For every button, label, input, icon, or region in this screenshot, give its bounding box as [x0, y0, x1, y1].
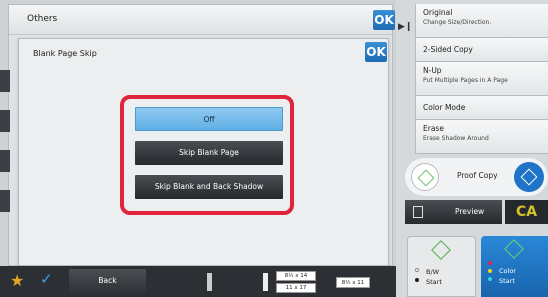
option-off-button[interactable]: Off [135, 107, 283, 131]
menu-item-label: Original [423, 8, 453, 17]
side-tab[interactable] [0, 70, 10, 92]
menu-item-color-mode[interactable]: Color Mode [415, 96, 548, 120]
dialog-title: Blank Page Skip [33, 49, 97, 58]
option-skip-blank-and-back-shadow-button[interactable]: Skip Blank and Back Shadow [135, 175, 283, 199]
side-tab[interactable] [0, 110, 10, 132]
others-header: Others OK [9, 5, 395, 35]
blank-page-skip-dialog: Blank Page Skip OK Off Skip Blank Page S… [18, 38, 389, 266]
color-dot-yellow [488, 269, 492, 273]
menu-item-label: Erase [423, 124, 444, 133]
dialog-ok-button[interactable]: OK [365, 42, 387, 62]
back-button[interactable]: Back [69, 269, 146, 293]
paper-size-2: 11 x 17 [276, 283, 316, 293]
menu-item-label: 2-Sided Copy [423, 45, 473, 54]
proof-copy-label: Proof Copy [457, 171, 498, 180]
color-dot-magenta [488, 261, 492, 265]
menu-item-label: N-Up [423, 66, 442, 75]
copy-screen: Others OK Blank Page Skip OK Off Skip Bl… [0, 0, 548, 297]
start-icon [504, 239, 524, 259]
tray-indicator [207, 273, 212, 291]
menu-item-sub: Put Multiple Pages in A Page [423, 77, 508, 84]
menu-item-sub: Erase Shadow Around [423, 135, 489, 142]
tray-indicator [263, 273, 268, 291]
mode-dot [415, 268, 419, 272]
start-label: Start [499, 277, 515, 285]
bw-start-label: B/W Start [426, 267, 442, 287]
menu-item-original[interactable]: Original Change Size/Direction. [415, 4, 548, 38]
expand-arrow-icon[interactable]: ▶❙ [398, 22, 412, 32]
menu-item-sub: Change Size/Direction. [423, 19, 492, 26]
proof-copy-start-icon[interactable] [411, 163, 439, 191]
star-icon[interactable]: ★ [10, 271, 24, 290]
color-label: Color [499, 267, 516, 275]
others-title: Others [27, 14, 58, 24]
preview-button[interactable]: Preview [405, 200, 502, 224]
options-highlight: Off Skip Blank Page Skip Blank and Back … [120, 95, 294, 215]
side-tab[interactable] [0, 190, 10, 212]
start-icon [431, 240, 451, 260]
others-ok-button[interactable]: OK [373, 10, 395, 30]
start-label: Start [426, 278, 442, 286]
color-start-button[interactable]: Color Start [481, 236, 548, 297]
menu-item-erase[interactable]: Erase Erase Shadow Around [415, 120, 548, 154]
checkmark-icon[interactable]: ✓ [40, 270, 53, 288]
menu-item-2-sided-copy[interactable]: 2-Sided Copy [415, 38, 548, 62]
bw-start-button[interactable]: B/W Start [407, 236, 476, 297]
side-tab[interactable] [0, 150, 10, 172]
color-dot-cyan [488, 277, 492, 281]
menu-item-label: Color Mode [423, 103, 466, 112]
preview-icon [413, 206, 423, 218]
mode-dot [415, 278, 419, 282]
preview-label: Preview [455, 207, 485, 216]
paper-size-1: 8½ x 14 [276, 271, 316, 281]
clear-all-button[interactable]: CA [505, 200, 548, 224]
proof-copy-color-icon[interactable] [514, 162, 544, 192]
menu-item-n-up[interactable]: N-Up Put Multiple Pages in A Page [415, 62, 548, 96]
paper-size-3: 8½ x 11 [336, 277, 370, 288]
bw-label: B/W [426, 268, 440, 276]
option-skip-blank-page-button[interactable]: Skip Blank Page [135, 141, 283, 165]
color-start-label: Color Start [499, 266, 516, 286]
proof-copy-row: Proof Copy [405, 158, 548, 196]
